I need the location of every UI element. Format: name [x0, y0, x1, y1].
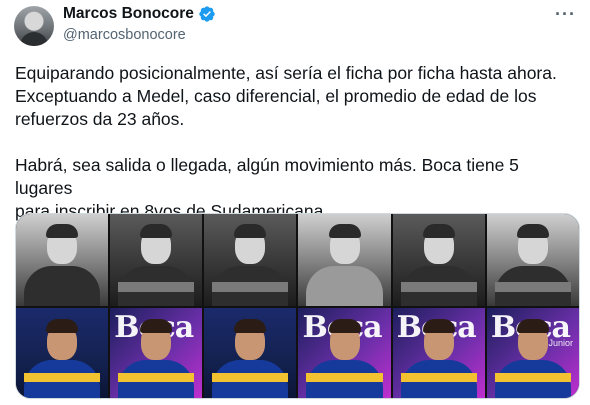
tweet-line: refuerzos da 23 años. [15, 109, 185, 129]
player-photo-color: Boca Junior [486, 308, 579, 398]
tweet-media-grid[interactable]: Boca Boca Boca Boca Junior [15, 213, 580, 399]
tweet-line: Habrá, sea salida o llegada, algún movim… [15, 155, 519, 198]
tweet-text: Equiparando posicionalmente, así sería e… [15, 62, 580, 223]
player-photo-color: Boca [298, 308, 391, 398]
author-handle[interactable]: @marcosbonocore [63, 27, 186, 43]
author-name-row: Marcos Bonocore [63, 5, 216, 23]
player-photo-grayscale [486, 214, 579, 306]
player-photo-grayscale [204, 214, 297, 306]
tweet-line: Equiparando posicionalmente, así sería e… [15, 63, 557, 83]
player-photo-color [16, 308, 109, 398]
player-photo-color: Boca [110, 308, 203, 398]
more-options-icon[interactable]: ··· [555, 4, 576, 25]
avatar-figure [20, 32, 48, 46]
author-avatar[interactable] [14, 6, 54, 46]
player-photo-grayscale [392, 214, 485, 306]
verified-badge-icon [199, 6, 215, 22]
player-photo-grayscale [16, 214, 109, 306]
player-photo-grayscale [298, 214, 391, 306]
player-photo-grayscale [110, 214, 203, 306]
tweet-line: Exceptuando a Medel, caso diferencial, e… [15, 86, 537, 106]
player-photo-color [204, 308, 297, 398]
junior-brand-text: Junior [548, 338, 573, 348]
author-display-name[interactable]: Marcos Bonocore [63, 5, 194, 23]
tweet-paragraph-1: Equiparando posicionalmente, así sería e… [15, 62, 580, 131]
player-photo-color: Boca [392, 308, 485, 398]
